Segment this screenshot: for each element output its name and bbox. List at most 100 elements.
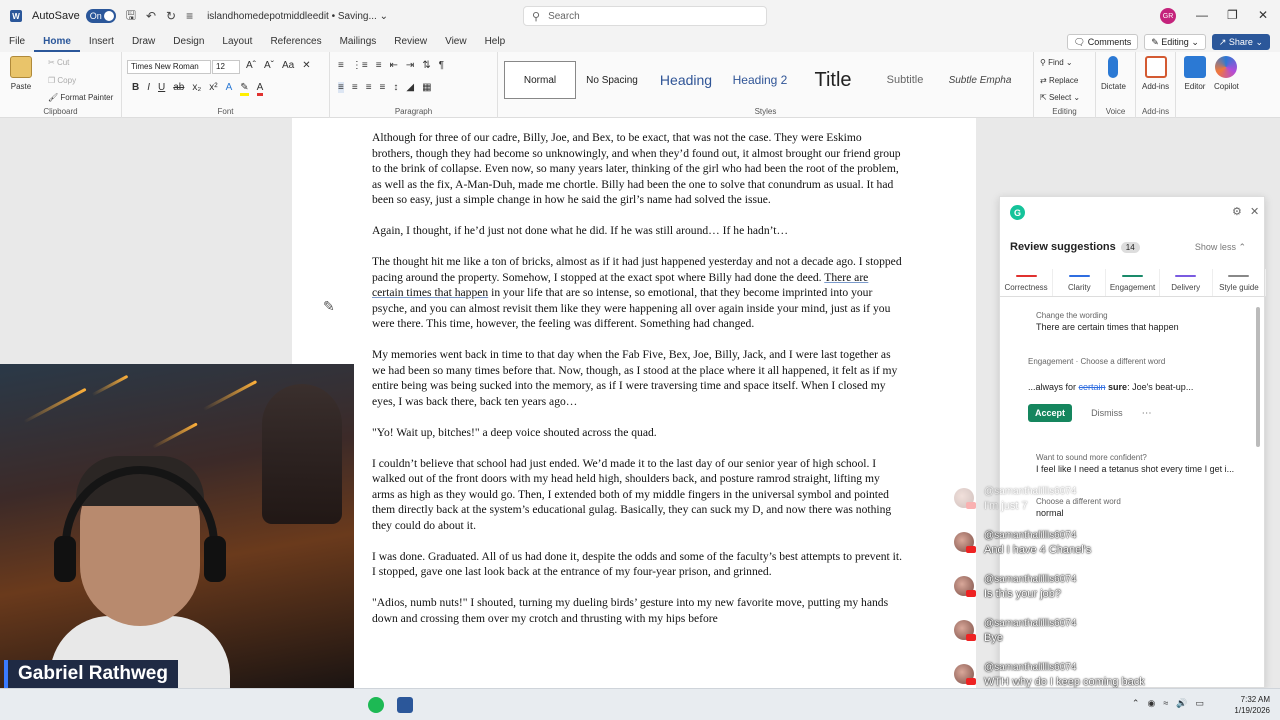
- tab-draw[interactable]: Draw: [123, 32, 164, 52]
- style-title[interactable]: Title: [796, 61, 870, 99]
- accept-button[interactable]: Accept: [1028, 404, 1073, 422]
- redo-icon[interactable]: ↻: [166, 9, 176, 23]
- close-icon[interactable]: ✕: [1258, 8, 1268, 22]
- suggestion-card[interactable]: Want to sound more confident? I feel lik…: [1008, 453, 1250, 474]
- share-button[interactable]: ↗ Share ⌄: [1211, 34, 1270, 50]
- style-normal[interactable]: Normal: [504, 61, 576, 99]
- tab-file[interactable]: File: [0, 32, 34, 52]
- font-size-select[interactable]: 12: [212, 60, 240, 74]
- italic-icon[interactable]: I: [147, 82, 150, 96]
- show-marks-icon[interactable]: ¶: [439, 60, 444, 71]
- decrease-indent-icon[interactable]: ⇤: [390, 60, 398, 71]
- more-options-icon[interactable]: ⋯: [1142, 408, 1152, 419]
- bold-icon[interactable]: B: [132, 82, 139, 96]
- clear-formatting-icon[interactable]: ✕: [302, 60, 310, 71]
- dictate-button[interactable]: Dictate: [1101, 56, 1126, 91]
- superscript-icon[interactable]: x²: [209, 82, 217, 96]
- avatar: [954, 576, 976, 597]
- suggestion-card-expanded[interactable]: Engagement · Choose a different word ...…: [1008, 357, 1250, 422]
- close-icon[interactable]: ✕: [1250, 205, 1259, 218]
- numbering-icon[interactable]: ⋮≡: [352, 60, 368, 71]
- cut-button[interactable]: ✂ Cut: [48, 58, 69, 67]
- grow-font-icon[interactable]: Aˆ: [246, 60, 256, 71]
- font-name-select[interactable]: Times New Roman: [127, 60, 211, 74]
- tab-delivery[interactable]: Delivery: [1160, 269, 1213, 296]
- customize-qat-icon[interactable]: ≡: [186, 9, 193, 23]
- spotify-icon[interactable]: [368, 697, 384, 713]
- document-title[interactable]: islandhomedepotmiddleedit • Saving... ⌄: [207, 11, 388, 22]
- tab-design[interactable]: Design: [164, 32, 213, 52]
- style-heading-2[interactable]: Heading 2: [724, 61, 796, 99]
- sort-icon[interactable]: ⇅: [422, 60, 430, 71]
- align-center-icon[interactable]: ≡: [352, 82, 358, 93]
- line-spacing-icon[interactable]: ↕: [393, 82, 398, 93]
- copy-button[interactable]: ❐ Copy: [48, 76, 76, 85]
- style-subtle-emphasis[interactable]: Subtle Empha: [940, 61, 1020, 99]
- style-subtitle[interactable]: Subtitle: [870, 61, 940, 99]
- settings-icon[interactable]: ⚙: [1232, 205, 1242, 218]
- word-taskbar-icon[interactable]: [397, 697, 413, 713]
- tab-layout[interactable]: Layout: [213, 32, 261, 52]
- multilevel-list-icon[interactable]: ≡: [376, 60, 382, 71]
- strikethrough-icon[interactable]: ab: [173, 82, 184, 96]
- tab-review[interactable]: Review: [385, 32, 436, 52]
- search-input[interactable]: ⚲ Search: [523, 6, 767, 26]
- change-case-icon[interactable]: Aa: [282, 60, 294, 71]
- style-heading[interactable]: Heading: [648, 61, 724, 99]
- tab-help[interactable]: Help: [476, 32, 515, 52]
- increase-indent-icon[interactable]: ⇥: [406, 60, 414, 71]
- minimize-icon[interactable]: —: [1196, 8, 1208, 22]
- highlight-icon[interactable]: ✎: [240, 82, 249, 96]
- undo-icon[interactable]: ↶: [146, 9, 156, 23]
- show-less-button[interactable]: Show less ⌃: [1195, 242, 1246, 253]
- tab-clarity[interactable]: Clarity: [1053, 269, 1107, 296]
- shading-icon[interactable]: ◢: [406, 82, 414, 93]
- editing-mode-button[interactable]: ✎ Editing ⌄: [1144, 34, 1206, 50]
- tab-home[interactable]: Home: [34, 32, 80, 52]
- wifi-icon[interactable]: ≈: [1163, 698, 1168, 709]
- show-hidden-icons-icon[interactable]: ⌃: [1132, 698, 1140, 709]
- bullets-icon[interactable]: ≡: [338, 60, 344, 71]
- text-effects-icon[interactable]: A: [226, 82, 233, 96]
- document-body[interactable]: Although for three of our cadre, Billy, …: [372, 130, 902, 642]
- autosave-toggle[interactable]: On: [85, 9, 116, 23]
- tab-insert[interactable]: Insert: [80, 32, 123, 52]
- addins-button[interactable]: Add-ins: [1142, 56, 1169, 91]
- restore-icon[interactable]: ❐: [1227, 8, 1238, 22]
- copilot-button[interactable]: Copilot: [1214, 56, 1239, 91]
- align-left-icon[interactable]: ≡: [338, 82, 344, 93]
- tab-engagement[interactable]: Engagement: [1106, 269, 1160, 296]
- replace-button[interactable]: ⇄ Replace: [1040, 76, 1078, 85]
- list-tools: ≡ ⋮≡ ≡ ⇤ ⇥ ⇅ ¶: [338, 60, 444, 71]
- tab-mailings[interactable]: Mailings: [331, 32, 386, 52]
- format-painter-button[interactable]: 🖌 Format Painter: [48, 93, 113, 102]
- select-button[interactable]: ⇱ Select ⌄: [1040, 93, 1080, 102]
- clock[interactable]: 7:32 AM 1/19/2026: [1234, 694, 1270, 716]
- dismiss-button[interactable]: Dismiss: [1091, 408, 1123, 418]
- tab-style-guide[interactable]: Style guide: [1213, 269, 1267, 296]
- scrollbar[interactable]: [1256, 307, 1260, 447]
- font-color-icon[interactable]: A: [256, 82, 264, 96]
- document-page[interactable]: Although for three of our cadre, Billy, …: [292, 118, 976, 688]
- align-right-icon[interactable]: ≡: [366, 82, 372, 93]
- comments-button[interactable]: 🗨 Comments: [1066, 34, 1139, 50]
- style-no-spacing[interactable]: No Spacing: [576, 61, 648, 99]
- battery-icon[interactable]: ▭: [1195, 698, 1204, 709]
- tab-correctness[interactable]: Correctness: [1000, 269, 1054, 296]
- find-button[interactable]: ⚲ Find ⌄: [1040, 58, 1073, 67]
- editor-button[interactable]: Editor: [1184, 56, 1206, 91]
- shrink-font-icon[interactable]: Aˇ: [264, 60, 274, 71]
- suggestion-card[interactable]: Change the wording There are certain tim…: [1008, 311, 1250, 332]
- underline-icon[interactable]: U: [158, 82, 165, 96]
- justify-icon[interactable]: ≡: [380, 82, 386, 93]
- volume-icon[interactable]: 🔊: [1176, 698, 1187, 709]
- network-icon[interactable]: ◉: [1147, 698, 1155, 709]
- paste-button[interactable]: Paste: [10, 56, 32, 91]
- tab-view[interactable]: View: [436, 32, 476, 52]
- subscript-icon[interactable]: x₂: [192, 82, 201, 96]
- avatar[interactable]: GR: [1160, 8, 1176, 24]
- save-icon[interactable]: 🖫: [126, 6, 136, 27]
- search-icon: ⚲: [532, 10, 541, 23]
- tab-references[interactable]: References: [261, 32, 330, 52]
- borders-icon[interactable]: ▦: [422, 82, 431, 93]
